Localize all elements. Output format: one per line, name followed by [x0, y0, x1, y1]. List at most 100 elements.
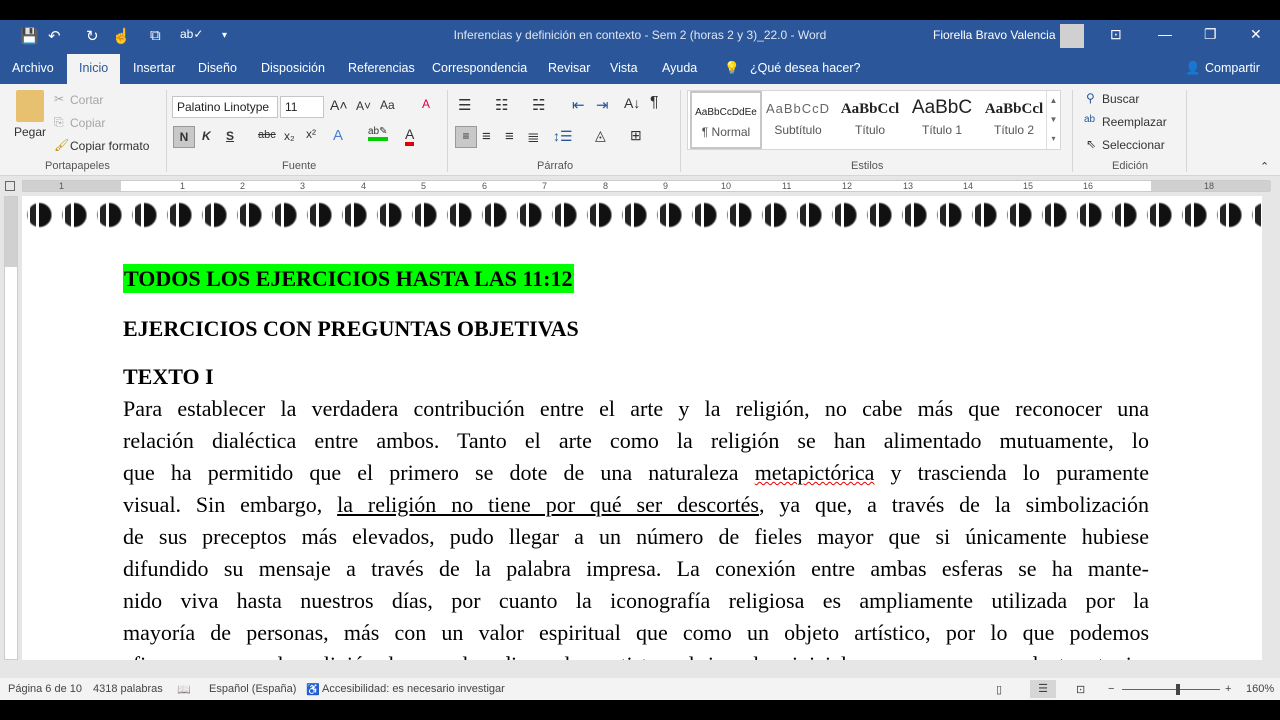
lightbulb-icon: 💡 [724, 61, 740, 75]
style-normal[interactable]: AaBbCcDdEe ¶ Normal [690, 91, 762, 149]
accessibility-status[interactable]: Accesibilidad: es necesario investigar [322, 683, 505, 695]
zoom-slider-thumb[interactable] [1176, 684, 1180, 695]
style-titulo-1[interactable]: AaBbC Título 1 [906, 91, 978, 149]
tab-revisar[interactable]: Revisar [548, 61, 590, 75]
text-effects-icon[interactable]: A [333, 127, 343, 144]
align-left-icon[interactable]: ≡ [455, 126, 477, 148]
divider [680, 90, 681, 172]
bullets-icon[interactable]: ☰ [458, 96, 471, 114]
style-titulo-2[interactable]: AaBbCcl Título 2 [978, 91, 1050, 149]
divider [166, 90, 167, 172]
tab-vista[interactable]: Vista [610, 61, 638, 75]
clear-format-icon[interactable]: A [422, 97, 430, 111]
superscript-icon[interactable]: x² [306, 127, 316, 141]
text-line: visual. Sin embargo, la religión no tien… [123, 492, 1149, 517]
borders-icon[interactable]: ⊞ [630, 127, 642, 144]
align-right-icon[interactable]: ≡ [505, 128, 514, 145]
bold-button[interactable]: N [173, 126, 195, 148]
font-size-select[interactable]: 11 [280, 96, 324, 118]
divider [1186, 90, 1187, 172]
highlighted-heading[interactable]: TODOS LOS EJERCICIOS HASTA LAS 11:12 [123, 264, 574, 293]
document-page[interactable]: TODOS LOS EJERCICIOS HASTA LAS 11:12 EJE… [22, 196, 1262, 660]
ribbon-display-icon[interactable]: ⊡ [1110, 26, 1122, 43]
tab-disposicion[interactable]: Disposición [261, 61, 325, 75]
read-mode-icon[interactable]: ▯ [996, 683, 1002, 696]
decrease-indent-icon[interactable]: ⇤ [572, 96, 585, 114]
ribbon-tabs: Archivo Inicio Insertar Diseño Disposici… [0, 52, 1280, 84]
share-button[interactable]: Compartir [1205, 61, 1260, 75]
italic-button[interactable]: K [202, 129, 211, 143]
align-center-icon[interactable]: ≡ [482, 128, 491, 145]
format-painter-button[interactable]: Copiar formato [70, 139, 149, 153]
heading-texto[interactable]: TEXTO I [123, 364, 1149, 390]
text-line: afirmar que es la religión la que les di… [123, 649, 1149, 660]
vertical-ruler[interactable] [4, 196, 18, 660]
find-button[interactable]: Buscar [1102, 92, 1139, 106]
highlight-color-icon[interactable]: ab✎ [368, 126, 388, 141]
replace-button[interactable]: Reemplazar [1102, 115, 1167, 129]
restore-icon[interactable]: ❐ [1204, 26, 1217, 43]
ribbon: Pegar ✂ Cortar ⎘ Copiar 🖌 Copiar formato… [0, 84, 1280, 176]
minimize-icon[interactable]: — [1158, 26, 1172, 42]
font-color-icon[interactable]: A [405, 126, 415, 146]
paste-icon[interactable] [16, 90, 44, 122]
tab-correspondencia[interactable]: Correspondencia [432, 61, 527, 75]
show-formatting-icon[interactable]: ¶ [650, 94, 659, 112]
cut-icon: ✂ [54, 92, 65, 106]
grow-font-icon[interactable]: A˄ [330, 97, 348, 113]
proofing-icon[interactable]: 📖 [177, 683, 191, 696]
avatar[interactable] [1060, 24, 1084, 48]
document-title: Inferencias y definición en contexto - S… [453, 28, 827, 42]
copy-button[interactable]: Copiar [70, 116, 105, 130]
misspelled-word[interactable]: metapictórica [755, 460, 875, 485]
group-label-font: Fuente [282, 160, 317, 172]
tell-me-input[interactable]: ¿Qué desea hacer? [750, 61, 861, 75]
tab-diseno[interactable]: Diseño [198, 61, 237, 75]
tab-inicio[interactable]: Inicio [67, 54, 121, 84]
user-name[interactable]: Fiorella Bravo Valencia [933, 28, 1056, 42]
web-layout-icon[interactable]: ⊡ [1076, 683, 1085, 696]
zoom-level[interactable]: 160% [1246, 683, 1274, 695]
document-area: TODOS LOS EJERCICIOS HASTA LAS 11:12 EJE… [0, 196, 1280, 678]
accessibility-icon: ♿ [306, 684, 320, 696]
font-name-select[interactable]: Palatino Linotype [172, 96, 278, 118]
styles-scroll[interactable]: ▲ ▼ ▾ [1046, 91, 1060, 149]
select-button[interactable]: Seleccionar [1102, 138, 1165, 152]
text-line: de sus preceptos más elevados, pudo lleg… [123, 524, 1149, 549]
strikethrough-button[interactable]: abc [258, 129, 276, 141]
collapse-ribbon-icon[interactable]: ⌃ [1260, 160, 1269, 173]
shading-icon[interactable]: ◬ [595, 127, 606, 144]
cut-button[interactable]: Cortar [70, 93, 103, 107]
tab-ayuda[interactable]: Ayuda [662, 61, 697, 75]
text-line: mayoría de personas, más con un valor es… [123, 620, 1149, 645]
page-count[interactable]: Página 6 de 10 [8, 683, 82, 695]
style-subtitulo[interactable]: AaBbCcD Subtítulo [762, 91, 834, 149]
zoom-in-button[interactable]: + [1225, 683, 1231, 695]
paragraph[interactable]: Para establecer la verdadera contribució… [22, 393, 1262, 660]
tab-selector-icon[interactable] [5, 181, 15, 191]
underline-button[interactable]: S [226, 129, 234, 143]
style-titulo[interactable]: AaBbCcl Título [834, 91, 906, 149]
sort-icon[interactable]: A↓ [624, 95, 640, 111]
change-case-button[interactable]: Aa [380, 98, 395, 112]
heading-ejercicios[interactable]: EJERCICIOS CON PREGUNTAS OBJETIVAS [123, 316, 1149, 342]
close-icon[interactable]: ✕ [1250, 26, 1262, 43]
print-layout-icon[interactable]: ☰ [1030, 680, 1056, 698]
shrink-font-icon[interactable]: A˅ [356, 99, 371, 113]
tab-referencias[interactable]: Referencias [348, 61, 415, 75]
increase-indent-icon[interactable]: ⇥ [596, 96, 609, 114]
multilevel-list-icon[interactable]: ☵ [532, 96, 545, 114]
numbering-icon[interactable]: ☷ [495, 96, 508, 114]
tab-archivo[interactable]: Archivo [12, 61, 54, 75]
paste-button[interactable]: Pegar [14, 125, 46, 139]
justify-icon[interactable]: ≣ [527, 128, 540, 146]
zoom-out-button[interactable]: − [1108, 683, 1114, 695]
zoom-slider[interactable] [1122, 684, 1220, 695]
subscript-icon[interactable]: x₂ [284, 129, 295, 143]
tab-insertar[interactable]: Insertar [133, 61, 175, 75]
language[interactable]: Español (España) [209, 683, 296, 695]
horizontal-ruler[interactable]: 1 1 2 3 4 5 6 7 8 9 10 11 12 13 14 15 16… [0, 176, 1280, 196]
line-spacing-icon[interactable]: ↕☰ [553, 128, 573, 145]
word-count[interactable]: 4318 palabras [93, 683, 163, 695]
group-label-clipboard: Portapapeles [45, 160, 110, 172]
